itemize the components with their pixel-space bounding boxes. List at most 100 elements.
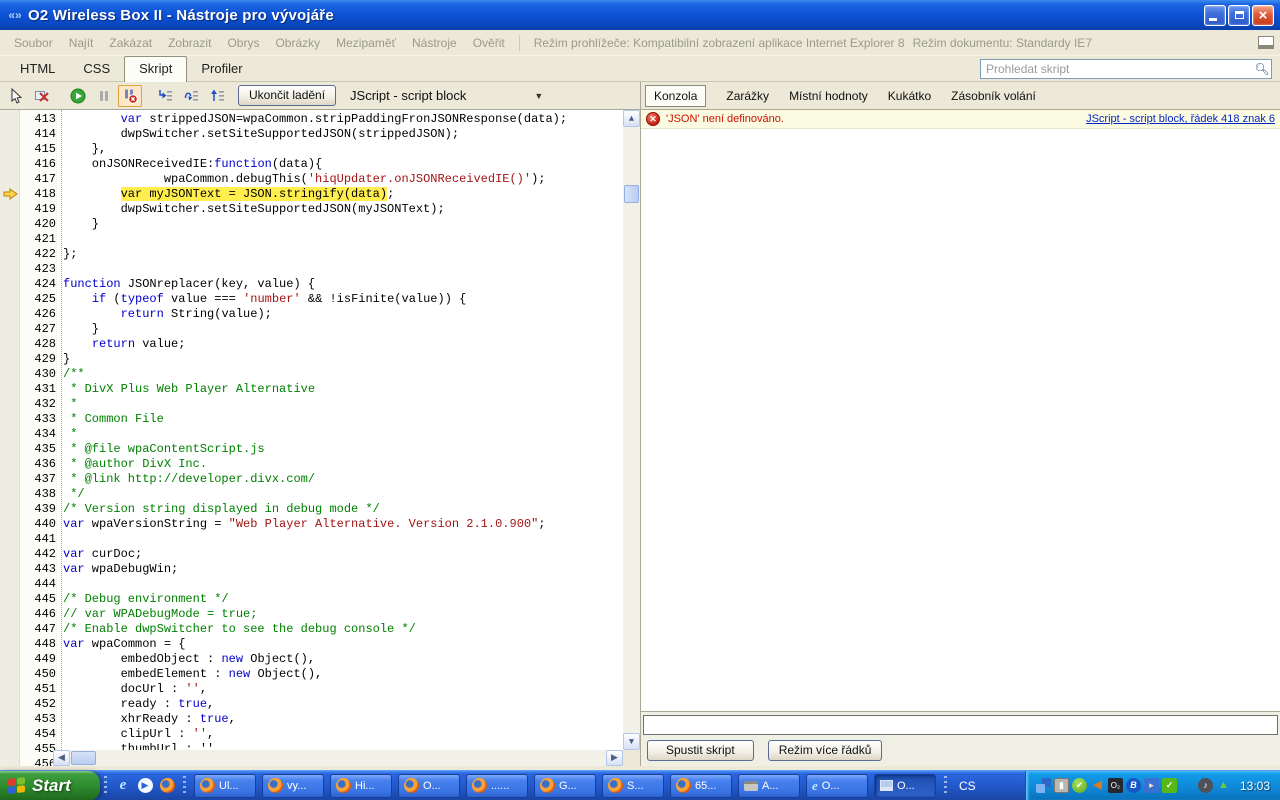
code-line[interactable]: * DivX Plus Web Player Alternative xyxy=(63,382,623,397)
console-tab-z-sobn-k-vol-n[interactable]: Zásobník volání xyxy=(951,89,1036,103)
code-line[interactable]: var strippedJSON=wpaCommon.stripPaddingF… xyxy=(63,112,623,127)
code-line[interactable]: var wpaCommon = { xyxy=(63,637,623,652)
code-line[interactable]: * xyxy=(63,397,623,412)
internet-explorer-icon[interactable]: e xyxy=(115,778,131,794)
menu-item-n-stroje[interactable]: Nástroje xyxy=(404,36,465,50)
stop-debugging-button[interactable]: Ukončit ladění xyxy=(238,85,336,106)
code-line[interactable]: /* Enable dwpSwitcher to see the debug c… xyxy=(63,622,623,637)
breakpoint-margin[interactable] xyxy=(0,110,20,766)
code-line[interactable] xyxy=(63,577,623,592)
code-line[interactable]: var wpaDebugWin; xyxy=(63,562,623,577)
code-line[interactable] xyxy=(63,532,623,547)
run-script-button[interactable]: Spustit skript xyxy=(647,740,754,761)
taskbar-button[interactable]: O... xyxy=(874,774,936,798)
code-line[interactable]: }; xyxy=(63,247,623,262)
code-line[interactable]: if (typeof value === 'number' && !isFini… xyxy=(63,292,623,307)
taskbar-button[interactable]: 65... xyxy=(670,774,732,798)
code-line[interactable]: * xyxy=(63,427,623,442)
code-line[interactable]: embedObject : new Object(), xyxy=(63,652,623,667)
code-line[interactable]: }, xyxy=(63,142,623,157)
scroll-left-arrow[interactable]: ◀ xyxy=(53,750,70,766)
code-line[interactable]: dwpSwitcher.setSiteSupportedJSON(strippe… xyxy=(63,127,623,142)
vertical-scrollbar[interactable]: ▲ ▼ xyxy=(623,110,640,750)
windows-update-icon[interactable]: ✓ xyxy=(1162,778,1177,793)
code-line[interactable]: return String(value); xyxy=(63,307,623,322)
pin-window-icon[interactable] xyxy=(1258,36,1274,49)
code-line[interactable]: clipUrl : '', xyxy=(63,727,623,742)
mouse-settings-icon[interactable]: ▸ xyxy=(1144,778,1159,793)
usb-device-icon[interactable]: ▮ xyxy=(1054,778,1069,793)
taskbar-button[interactable]: S... xyxy=(602,774,664,798)
search-icon[interactable]: 🔍︎ xyxy=(1253,62,1271,76)
minimize-button[interactable] xyxy=(1204,5,1226,26)
code-line[interactable]: thumbUrl : '' xyxy=(63,742,623,750)
multiline-mode-button[interactable]: Režim více řádků xyxy=(768,740,883,761)
scroll-down-arrow[interactable]: ▼ xyxy=(623,733,640,750)
media-player-icon[interactable]: ▶ xyxy=(137,778,153,794)
volume-icon[interactable]: ◀ xyxy=(1090,778,1105,793)
close-button[interactable]: × xyxy=(1252,5,1274,26)
tab-profiler[interactable]: Profiler xyxy=(187,57,256,81)
menu-item-soubor[interactable]: Soubor xyxy=(6,36,61,50)
tab-html[interactable]: HTML xyxy=(6,57,69,81)
error-source-link[interactable]: JScript - script block, řádek 418 znak 6 xyxy=(1086,113,1275,125)
code-line[interactable]: var wpaVersionString = "Web Player Alter… xyxy=(63,517,623,532)
code-line[interactable]: } xyxy=(63,322,623,337)
code-line[interactable]: dwpSwitcher.setSiteSupportedJSON(myJSONT… xyxy=(63,202,623,217)
step-out-icon[interactable] xyxy=(206,85,230,107)
source-file-select[interactable]: JScript - script block ▼ xyxy=(344,86,549,105)
menu-item-naj-t[interactable]: Najít xyxy=(61,36,102,50)
maximize-button[interactable] xyxy=(1228,5,1250,26)
console-output[interactable] xyxy=(641,129,1280,711)
code-line[interactable]: docUrl : '', xyxy=(63,682,623,697)
display-icon[interactable] xyxy=(1180,778,1195,793)
code-line[interactable]: /* Debug environment */ xyxy=(63,592,623,607)
select-element-icon[interactable] xyxy=(4,85,28,107)
vertical-scroll-thumb[interactable] xyxy=(624,185,639,203)
menu-item-zobrazit[interactable]: Zobrazit xyxy=(160,36,219,50)
console-tab-zar-ky[interactable]: Zarážky xyxy=(726,89,769,103)
security-center-icon[interactable]: ✔ xyxy=(1072,778,1087,793)
taskbar-clock[interactable]: 13:03 xyxy=(1240,779,1270,793)
firefox-icon[interactable] xyxy=(159,778,175,794)
taskbar-button[interactable]: O... xyxy=(398,774,460,798)
code-line[interactable]: var curDoc; xyxy=(63,547,623,562)
menu-item-obr-zky[interactable]: Obrázky xyxy=(267,36,328,50)
break-on-error-icon[interactable] xyxy=(118,85,142,107)
code-line[interactable]: */ xyxy=(63,487,623,502)
console-tab-konzola[interactable]: Konzola xyxy=(645,85,706,107)
code-line[interactable]: embedElement : new Object(), xyxy=(63,667,623,682)
code-line[interactable]: /** xyxy=(63,367,623,382)
scroll-right-arrow[interactable]: ▶ xyxy=(606,750,623,766)
taskbar-button[interactable]: Hi... xyxy=(330,774,392,798)
safely-remove-icon[interactable]: ▲ xyxy=(1216,778,1231,793)
network-icon[interactable] xyxy=(1036,778,1051,793)
taskbar-button[interactable]: ...... xyxy=(466,774,528,798)
step-over-icon[interactable] xyxy=(180,85,204,107)
console-tab-m-stn-hodnoty[interactable]: Místní hodnoty xyxy=(789,89,868,103)
code-line[interactable]: * @link http://developer.divx.com/ xyxy=(63,472,623,487)
code-line[interactable]: } xyxy=(63,352,623,367)
start-button[interactable]: Start xyxy=(0,771,100,800)
code-line[interactable]: function JSONreplacer(key, value) { xyxy=(63,277,623,292)
menu-item-ov-it[interactable]: Ověřit xyxy=(465,36,513,50)
code-line[interactable]: } xyxy=(63,217,623,232)
tab-css[interactable]: CSS xyxy=(69,57,124,81)
taskbar-button[interactable]: Ul... xyxy=(194,774,256,798)
taskbar-button[interactable]: G... xyxy=(534,774,596,798)
step-into-icon[interactable] xyxy=(154,85,178,107)
menu-item-zak-zat[interactable]: Zakázat xyxy=(101,36,160,50)
code-line[interactable]: var myJSONText = JSON.stringify(data); xyxy=(63,187,623,202)
taskbar-button[interactable]: vy... xyxy=(262,774,324,798)
menu-item-mezipam[interactable]: Mezipaměť xyxy=(328,36,404,50)
code-view[interactable]: var strippedJSON=wpaCommon.stripPaddingF… xyxy=(63,110,623,750)
code-line[interactable]: * @file wpaContentScript.js xyxy=(63,442,623,457)
tab-skript[interactable]: Skript xyxy=(124,56,187,82)
clear-breakpoints-icon[interactable] xyxy=(30,85,54,107)
audio-device-icon[interactable]: ♪ xyxy=(1198,778,1213,793)
taskbar-button[interactable]: eO... xyxy=(806,774,868,798)
code-line[interactable]: * Common File xyxy=(63,412,623,427)
code-line[interactable]: onJSONReceivedIE:function(data){ xyxy=(63,157,623,172)
console-input[interactable] xyxy=(643,715,1278,735)
code-line[interactable]: /* Version string displayed in debug mod… xyxy=(63,502,623,517)
